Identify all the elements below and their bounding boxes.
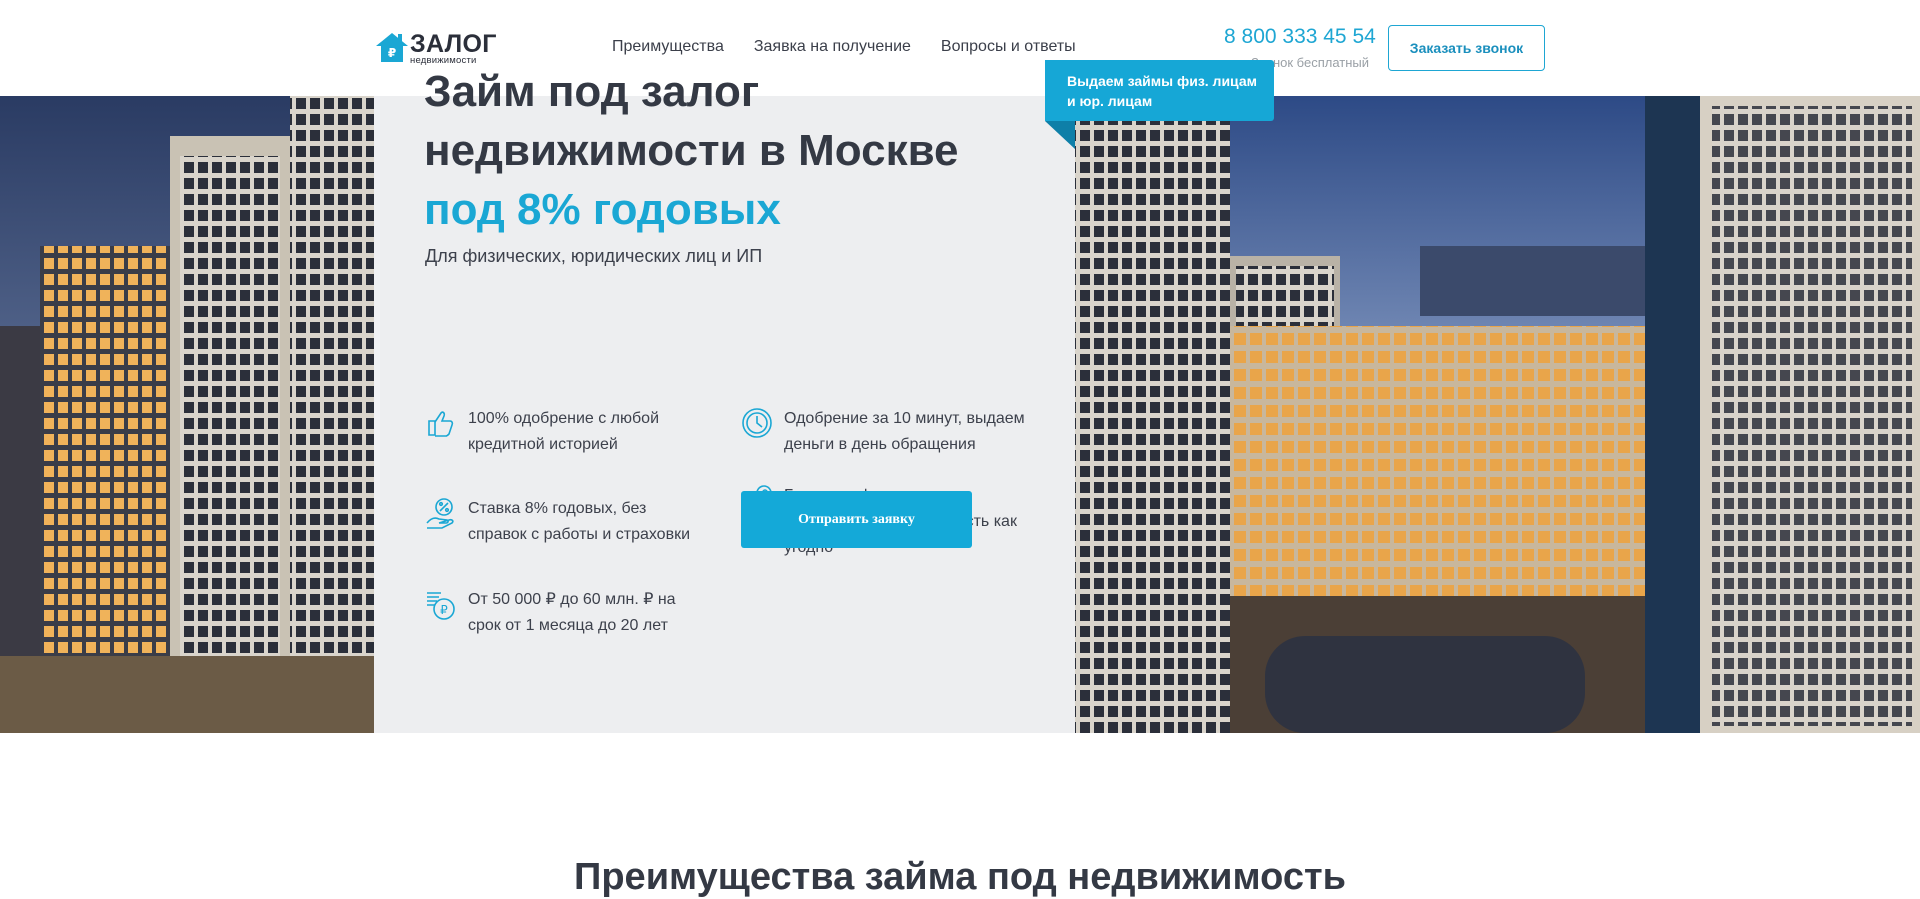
- ribbon-line: Выдаем займы физ. лицам: [1067, 73, 1257, 89]
- ruble-coins-icon: ₽: [424, 587, 458, 621]
- svg-text:₽: ₽: [388, 46, 396, 60]
- hero-subtitle: Для физических, юридических лиц и ИП: [425, 246, 763, 266]
- feature-item: 100% одобрение с любой кредитной историе…: [424, 406, 659, 458]
- thumbs-up-icon: [424, 406, 458, 440]
- logo-main-text: ЗАЛОГ: [410, 30, 497, 58]
- feature-item: Одобрение за 10 минут, выдаем деньги в д…: [740, 406, 1025, 458]
- feature-line: деньги в день обращения: [784, 436, 976, 453]
- hero-heading-line2: недвижимости в Москве: [424, 126, 959, 175]
- logo-text: ЗАЛОГ недвижимости: [410, 30, 497, 66]
- house-ruble-icon: ₽: [374, 30, 408, 64]
- ribbon-fold: [1045, 121, 1075, 149]
- feature-item: Ставка 8% годовых, без справок с работы …: [424, 496, 690, 548]
- legal-entities-ribbon: Выдаем займы физ. лицам и юр. лицам: [1045, 60, 1274, 121]
- feature-line: срок от 1 месяца до 20 лет: [468, 617, 668, 634]
- feature-line: Ставка 8% годовых, без: [468, 500, 647, 517]
- svg-text:₽: ₽: [440, 603, 448, 617]
- main-nav: Преимущества Заявка на получение Вопросы…: [612, 38, 1076, 56]
- hero-heading-accent: под 8% годовых: [424, 185, 781, 234]
- feature-line: 100% одобрение с любой: [468, 410, 660, 427]
- feature-item: ₽ От 50 000 ₽ до 60 млн. ₽ на срок от 1 …: [424, 587, 676, 639]
- feature-line: справок с работы и страховки: [468, 526, 691, 543]
- feature-line: кредитной историей: [468, 436, 618, 453]
- phone-number[interactable]: 8 800 333 45 54: [1224, 25, 1376, 49]
- nav-link-application[interactable]: Заявка на получение: [754, 38, 911, 56]
- ribbon-line: и юр. лицам: [1067, 93, 1153, 109]
- percent-hand-icon: [424, 496, 458, 530]
- site-header: ₽ ЗАЛОГ недвижимости Преимущества Заявка…: [0, 0, 1920, 96]
- advantages-section-title: Преимущества займа под недвижимость: [574, 856, 1346, 898]
- send-application-button[interactable]: Отправить заявку: [741, 491, 972, 548]
- nav-link-faq[interactable]: Вопросы и ответы: [941, 38, 1076, 56]
- order-call-button[interactable]: Заказать звонок: [1388, 25, 1545, 71]
- feature-line: От 50 000 ₽ до 60 млн. ₽ на: [468, 591, 676, 608]
- nav-link-advantages[interactable]: Преимущества: [612, 38, 724, 56]
- hero-heading: Займ под залог недвижимости в Москве под…: [424, 62, 959, 239]
- clock-icon: [740, 406, 774, 440]
- hero-heading-line1: Займ под залог: [424, 67, 760, 116]
- feature-line: Одобрение за 10 минут, выдаем: [784, 410, 1025, 427]
